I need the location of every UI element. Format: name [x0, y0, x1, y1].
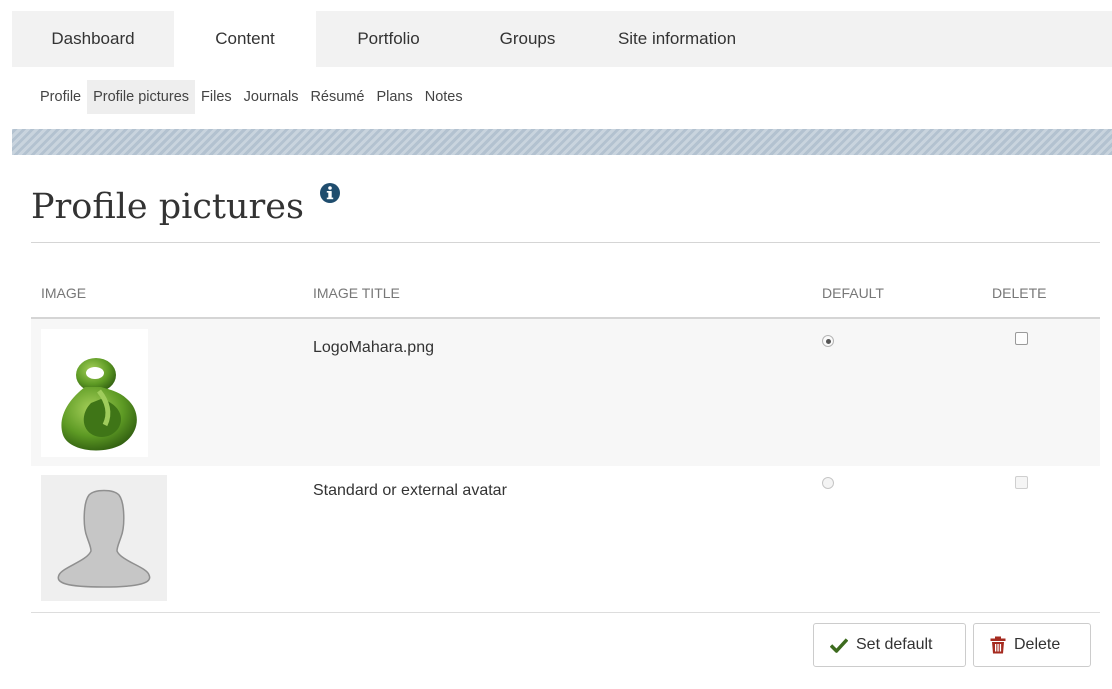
- trash-icon: [990, 636, 1006, 654]
- subnav-item-profile[interactable]: Profile: [34, 80, 87, 114]
- image-title: Standard or external avatar: [313, 482, 507, 499]
- delete-button[interactable]: Delete: [973, 623, 1091, 667]
- info-circle-icon[interactable]: [319, 182, 341, 204]
- decorative-stripe-bar: [12, 129, 1112, 155]
- tab-portfolio[interactable]: Portfolio: [316, 11, 461, 67]
- check-icon: [830, 638, 848, 653]
- subnav-item-profile-pictures[interactable]: Profile pictures: [87, 80, 196, 114]
- default-radio[interactable]: [822, 335, 834, 347]
- subnav-item-plans[interactable]: Plans: [370, 80, 418, 114]
- column-header-image-title: IMAGE TITLE: [313, 285, 400, 301]
- subnav-item-notes[interactable]: Notes: [419, 80, 469, 114]
- column-header-default: DEFAULT: [822, 285, 884, 301]
- tab-content[interactable]: Content: [174, 11, 316, 67]
- column-header-delete: DELETE: [992, 285, 1047, 301]
- title-divider: [31, 242, 1100, 243]
- table-row: LogoMahara.png: [31, 317, 1100, 468]
- set-default-label: Set default: [856, 636, 933, 653]
- subnav-item-journals[interactable]: Journals: [238, 80, 305, 114]
- default-radio[interactable]: [822, 477, 834, 489]
- set-default-button[interactable]: Set default: [813, 623, 966, 667]
- image-title: LogoMahara.png: [313, 339, 434, 356]
- table-row: Standard or external avatar: [31, 466, 1100, 613]
- tab-groups[interactable]: Groups: [461, 11, 594, 67]
- mahara-logo-thumbnail: [41, 329, 148, 457]
- delete-checkbox: [1015, 476, 1028, 489]
- tab-dashboard[interactable]: Dashboard: [12, 11, 174, 67]
- sub-nav: Profile Profile pictures Files Journals …: [34, 80, 469, 114]
- page-title: Profile pictures: [31, 187, 304, 227]
- delete-checkbox[interactable]: [1015, 332, 1028, 345]
- tab-site-information[interactable]: Site information: [594, 11, 760, 67]
- column-header-image: IMAGE: [41, 285, 87, 301]
- default-avatar-thumbnail: [41, 475, 167, 601]
- subnav-item-files[interactable]: Files: [195, 80, 238, 114]
- delete-label: Delete: [1014, 636, 1061, 653]
- main-nav: Dashboard Content Portfolio Groups Site …: [12, 11, 1112, 67]
- subnav-item-resume[interactable]: Résumé: [304, 80, 370, 114]
